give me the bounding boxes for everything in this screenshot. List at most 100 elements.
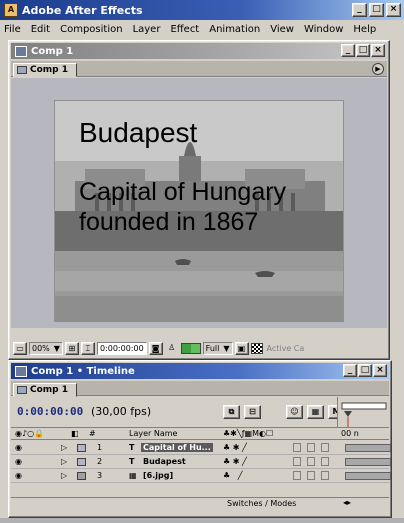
menu-file[interactable]: File: [4, 24, 21, 35]
switch-box[interactable]: [307, 471, 315, 480]
footage-layer-icon: ▦: [129, 471, 137, 480]
switch-box[interactable]: [321, 471, 329, 480]
switch-box[interactable]: [307, 443, 315, 452]
current-time-field[interactable]: 0:00:00:00: [96, 341, 147, 355]
switches-column-icons[interactable]: ♣✱╲ƒ▦M◐☐: [223, 429, 273, 438]
layer-name[interactable]: Capital of Hu...: [141, 443, 213, 452]
region-of-interest-icon[interactable]: ▣: [234, 341, 249, 355]
layer-duration-bar[interactable]: [345, 472, 391, 480]
minimize-button[interactable]: _: [352, 3, 367, 17]
label-column-icon[interactable]: ◧: [71, 429, 79, 438]
menu-composition[interactable]: Composition: [60, 24, 122, 35]
expand-triangle-icon[interactable]: ▷: [61, 457, 67, 466]
menu-animation[interactable]: Animation: [209, 24, 260, 35]
switch-box[interactable]: [307, 457, 315, 466]
timeline-minimize-button[interactable]: _: [343, 364, 357, 377]
layer-label-swatch[interactable]: [77, 444, 86, 452]
switch-box[interactable]: [321, 457, 329, 466]
layer-row-2[interactable]: ◉ ▷ 2 T Budapest ♣ ✱ ╱: [11, 455, 391, 469]
eye-icon[interactable]: ◉: [15, 443, 22, 452]
safe-zones-icon[interactable]: ⊞: [64, 341, 79, 355]
time-ruler[interactable]: [337, 397, 389, 427]
layer-name[interactable]: Budapest: [141, 457, 188, 466]
timeline-maximize-button[interactable]: □: [358, 364, 372, 377]
av-features-icon[interactable]: ◉♪○🔒: [15, 429, 44, 438]
slide-subtitle-text: Capital of Hungary founded in 1867: [79, 178, 287, 236]
frame-blending-icon[interactable]: ▦: [307, 405, 324, 419]
chevron-down-icon: ▼: [53, 343, 60, 353]
comp-viewer-controls: ▭ 00% ▼ ⊞ ⌶ 0:00:00:00 ◙ ♙ Full ▼ ▣ Acti…: [11, 340, 387, 356]
collapse-switch-icon[interactable]: ♣ ✱ ╱: [223, 457, 247, 466]
layer-name[interactable]: [6.jpg]: [141, 471, 175, 480]
switches-modes-toggle[interactable]: Switches / Modes: [227, 499, 296, 508]
close-button[interactable]: ×: [386, 3, 401, 17]
app-title: Adobe After Effects: [22, 3, 143, 17]
eye-icon[interactable]: ◉: [15, 457, 22, 466]
switch-box[interactable]: [293, 443, 301, 452]
resolution-value: Full: [205, 343, 220, 353]
layer-row-1[interactable]: ◉ ▷ 1 T Capital of Hu... ♣ ✱ ╱: [11, 441, 391, 455]
timeline-current-time[interactable]: 0:00:00:00: [17, 405, 83, 418]
layer-name-column-header[interactable]: Layer Name: [129, 429, 177, 438]
shy-layers-icon[interactable]: ☺: [286, 405, 303, 419]
comp-marker-icon[interactable]: ⧉: [223, 405, 240, 419]
switch-box[interactable]: [293, 457, 301, 466]
number-column-header: #: [89, 429, 96, 438]
tab-timeline-comp-1-label: Comp 1: [30, 385, 69, 395]
layer-number: 2: [97, 457, 103, 466]
always-preview-icon[interactable]: ▭: [13, 341, 27, 355]
flowchart-icon[interactable]: ⊟: [244, 405, 261, 419]
channel-color-icon[interactable]: [180, 342, 201, 354]
comp-window-title: Comp 1: [31, 45, 74, 57]
timeline-fps: (30,00 fps): [91, 405, 152, 418]
layer-duration-bar[interactable]: [345, 458, 391, 466]
comp-canvas[interactable]: Budapest Capital of Hungary founded in 1…: [54, 100, 344, 322]
layer-label-swatch[interactable]: [77, 472, 86, 480]
zoom-arrows-icon[interactable]: ◂▸: [343, 498, 351, 507]
snapshot-camera-icon[interactable]: ◙: [148, 341, 163, 355]
active-camera-dropdown[interactable]: Active Ca: [264, 341, 307, 355]
timeline-control-bar: 0:00:00:00 (30,00 fps) ⧉ ⊟ ☺ ▦ M: [11, 397, 389, 427]
comp-viewer[interactable]: Budapest Capital of Hungary founded in 1…: [11, 78, 387, 328]
tab-comp-1[interactable]: Comp 1: [13, 63, 77, 77]
menu-effect[interactable]: Effect: [170, 24, 199, 35]
menu-view[interactable]: View: [270, 24, 294, 35]
grid-icon[interactable]: ⌶: [80, 341, 95, 355]
tab-timeline-comp-1[interactable]: Comp 1: [13, 383, 77, 397]
timeline-titlebar: Comp 1 • Timeline _ □ ×: [11, 363, 389, 379]
layer-label-swatch[interactable]: [77, 458, 86, 466]
composition-tab-icon: [17, 386, 27, 394]
layer-number: 1: [97, 443, 103, 452]
comp-close-button[interactable]: ×: [371, 44, 385, 57]
menu-edit[interactable]: Edit: [31, 24, 50, 35]
menu-layer[interactable]: Layer: [133, 24, 161, 35]
timeline-close-button[interactable]: ×: [373, 364, 387, 377]
layer-duration-bar[interactable]: [345, 444, 391, 452]
menu-help[interactable]: Help: [353, 24, 376, 35]
chevron-down-icon: ▼: [223, 343, 230, 353]
comp-minimize-button[interactable]: _: [341, 44, 355, 57]
collapse-switch-icon[interactable]: ♣ ✱ ╱: [223, 443, 247, 452]
menu-window[interactable]: Window: [304, 24, 343, 35]
comp-maximize-button[interactable]: □: [356, 44, 370, 57]
text-layer-icon: T: [129, 443, 135, 452]
maximize-button[interactable]: □: [369, 3, 384, 17]
collapse-switch-icon[interactable]: ♣ ╱: [223, 471, 243, 480]
timeline-title: Comp 1 • Timeline: [31, 365, 135, 377]
resolution-dropdown[interactable]: Full ▼: [202, 341, 233, 355]
app-titlebar: A Adobe After Effects _ □ ×: [0, 0, 404, 20]
expand-triangle-icon[interactable]: ▷: [61, 471, 67, 480]
show-snapshot-icon[interactable]: ♙: [164, 341, 179, 355]
layer-row-3[interactable]: ◉ ▷ 3 ▦ [6.jpg] ♣ ╱: [11, 469, 391, 483]
comp-tab-bar: Comp 1 ▶: [11, 61, 387, 77]
timeline-window-icon: [15, 365, 27, 377]
active-camera-value: Active Ca: [266, 343, 305, 353]
switch-box[interactable]: [321, 443, 329, 452]
transparency-grid-icon[interactable]: [250, 342, 263, 354]
comp-flowchart-button[interactable]: ▶: [372, 63, 384, 75]
spacer: [265, 405, 282, 419]
expand-triangle-icon[interactable]: ▷: [61, 443, 67, 452]
switch-box[interactable]: [293, 471, 301, 480]
zoom-dropdown[interactable]: 00% ▼: [29, 341, 63, 355]
eye-icon[interactable]: ◉: [15, 471, 22, 480]
